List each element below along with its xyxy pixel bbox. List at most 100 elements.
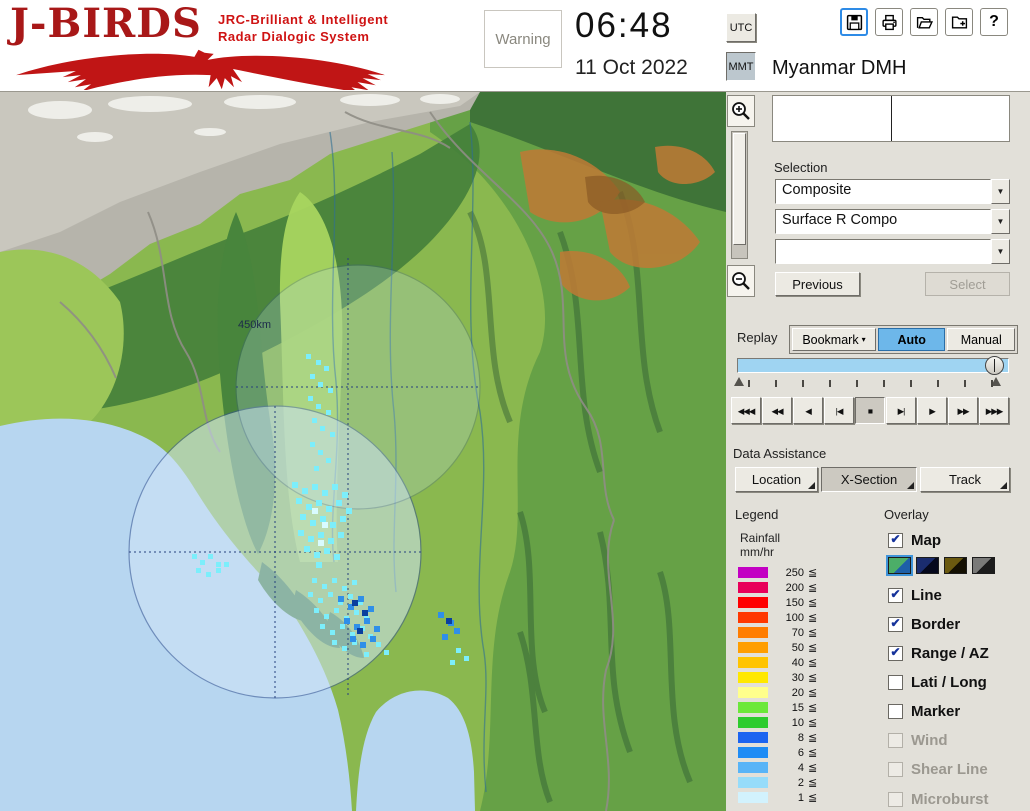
zoom-in-button[interactable] — [727, 95, 755, 127]
legend-value: 30 — [791, 671, 804, 684]
stop-button[interactable]: ■ — [855, 397, 885, 424]
header: J-BIRDS JRC-Brilliant & Intelligent Rada… — [0, 0, 1030, 92]
location-button[interactable]: Location — [735, 467, 818, 492]
checkbox — [888, 791, 903, 807]
legend-color-swatch — [738, 732, 768, 743]
product-type-value[interactable]: Composite — [775, 179, 991, 204]
chevron-down-icon[interactable]: ▼ — [991, 209, 1010, 234]
legend-value: 40 — [791, 656, 804, 669]
overlay-lati-long-checkbox-row[interactable]: Lati / Long — [888, 672, 987, 692]
checkbox[interactable]: ✔ — [888, 587, 903, 603]
manual-mode-button[interactable]: Manual — [947, 328, 1015, 351]
overlay-line-checkbox-row[interactable]: ✔ Line — [888, 585, 942, 605]
legend-color-swatch — [738, 612, 768, 623]
timeline-slider-thumb[interactable] — [985, 356, 1004, 375]
map-zoom-slider-thumb[interactable] — [733, 133, 746, 245]
check-icon: ✔ — [890, 616, 901, 630]
map-zoom-slider[interactable] — [731, 131, 748, 259]
overlay-label: Line — [911, 586, 942, 604]
product-name-combobox[interactable]: Surface R Compo ▼ — [775, 209, 1010, 234]
legend-color-swatch — [738, 702, 768, 713]
map-style-option-4[interactable] — [972, 557, 995, 574]
select-button[interactable]: Select — [925, 272, 1010, 296]
resize-corner-icon — [808, 482, 815, 489]
legend-value: 150 — [785, 596, 804, 609]
legend-color-swatch — [738, 687, 768, 698]
legend-lte-symbol: ≦ — [808, 687, 818, 699]
checkbox[interactable] — [888, 674, 903, 690]
open-file-button[interactable] — [910, 8, 938, 36]
jbirds-app: J-BIRDS JRC-Brilliant & Intelligent Rada… — [0, 0, 1030, 811]
legend-color-swatch — [738, 792, 768, 803]
legend-color-swatch — [738, 657, 768, 668]
question-mark-icon: ? — [989, 13, 999, 30]
checkbox — [888, 732, 903, 748]
data-assistance-label: Data Assistance — [733, 446, 827, 461]
fast-rewind-button[interactable]: ◀◀ — [762, 397, 792, 424]
range-ring-label: 450km — [238, 319, 271, 331]
bookmark-button[interactable]: Bookmark ▾ — [792, 328, 876, 351]
legend-row: 8 ≦ — [738, 730, 817, 745]
legend-lte-symbol: ≦ — [808, 627, 818, 639]
logo-tagline-2: Radar Dialogic System — [218, 29, 370, 44]
help-button[interactable]: ? — [980, 8, 1008, 36]
legend-color-swatch — [738, 717, 768, 728]
legend-color-swatch — [738, 777, 768, 788]
product-option-value[interactable] — [775, 239, 991, 264]
legend-color-swatch — [738, 642, 768, 653]
product-option-combobox[interactable]: ▼ — [775, 239, 1010, 264]
skip-to-end-button[interactable]: ▶▶▶ — [979, 397, 1009, 424]
legend-row: 40 ≦ — [738, 655, 817, 670]
auto-mode-button[interactable]: Auto — [877, 328, 946, 351]
zoom-out-button[interactable] — [727, 265, 755, 297]
map-style-option-2[interactable] — [916, 557, 939, 574]
legend-lte-symbol: ≦ — [808, 567, 818, 579]
save-button[interactable] — [840, 8, 868, 36]
legend-row: 20 ≦ — [738, 685, 817, 700]
checkbox[interactable]: ✔ — [888, 645, 903, 661]
legend-row: 50 ≦ — [738, 640, 817, 655]
xsection-button[interactable]: X-Section — [821, 467, 917, 492]
product-type-combobox[interactable]: Composite ▼ — [775, 179, 1010, 204]
radar-map[interactable]: 450km — [0, 92, 726, 811]
overlay-label: Microburst — [911, 790, 989, 808]
step-back-button[interactable]: |◀ — [824, 397, 854, 424]
legend-value: 6 — [797, 746, 804, 759]
legend-value: 4 — [797, 761, 804, 774]
magnifier-minus-icon — [732, 272, 750, 290]
legend-row: 1 ≦ — [738, 790, 817, 805]
map-style-option-1[interactable] — [886, 555, 913, 576]
map-style-option-3[interactable] — [944, 557, 967, 574]
import-image-button[interactable] — [945, 8, 973, 36]
overlay-wind-checkbox-row: Wind — [888, 730, 948, 750]
fast-forward-button[interactable]: ▶▶ — [948, 397, 978, 424]
legend-value: 1 — [797, 791, 804, 804]
overlay-title: Overlay — [884, 507, 929, 522]
step-forward-button[interactable]: ▶| — [886, 397, 916, 424]
magnifier-plus-icon — [732, 102, 750, 120]
overlay-label: Map — [911, 531, 941, 549]
checkbox[interactable]: ✔ — [888, 532, 903, 548]
overlay-shear-line-checkbox-row: Shear Line — [888, 759, 988, 779]
overlay-border-checkbox-row[interactable]: ✔ Border — [888, 614, 960, 634]
warning-list-box[interactable] — [772, 95, 1010, 142]
play-button[interactable]: ▶ — [917, 397, 947, 424]
skip-to-start-button[interactable]: ◀◀◀ — [731, 397, 761, 424]
mmt-toggle-button[interactable]: MMT — [726, 52, 756, 81]
previous-button[interactable]: Previous — [775, 272, 860, 296]
checkbox[interactable] — [888, 703, 903, 719]
utc-toggle-button[interactable]: UTC — [726, 13, 756, 42]
overlay-range-az-checkbox-row[interactable]: ✔ Range / AZ — [888, 643, 989, 663]
replay-timeline-slider[interactable] — [737, 356, 1009, 375]
overlay-marker-checkbox-row[interactable]: Marker — [888, 701, 960, 721]
track-button[interactable]: Track — [920, 467, 1010, 492]
chevron-down-icon[interactable]: ▼ — [991, 179, 1010, 204]
checkbox[interactable]: ✔ — [888, 616, 903, 632]
play-reverse-button[interactable]: ◀ — [793, 397, 823, 424]
overlay-map-checkbox-row[interactable]: ✔ Map — [888, 530, 941, 550]
print-button[interactable] — [875, 8, 903, 36]
warning-indicator[interactable]: Warning — [484, 10, 562, 68]
legend-value: 250 — [785, 566, 804, 579]
product-name-value[interactable]: Surface R Compo — [775, 209, 991, 234]
chevron-down-icon[interactable]: ▼ — [991, 239, 1010, 264]
